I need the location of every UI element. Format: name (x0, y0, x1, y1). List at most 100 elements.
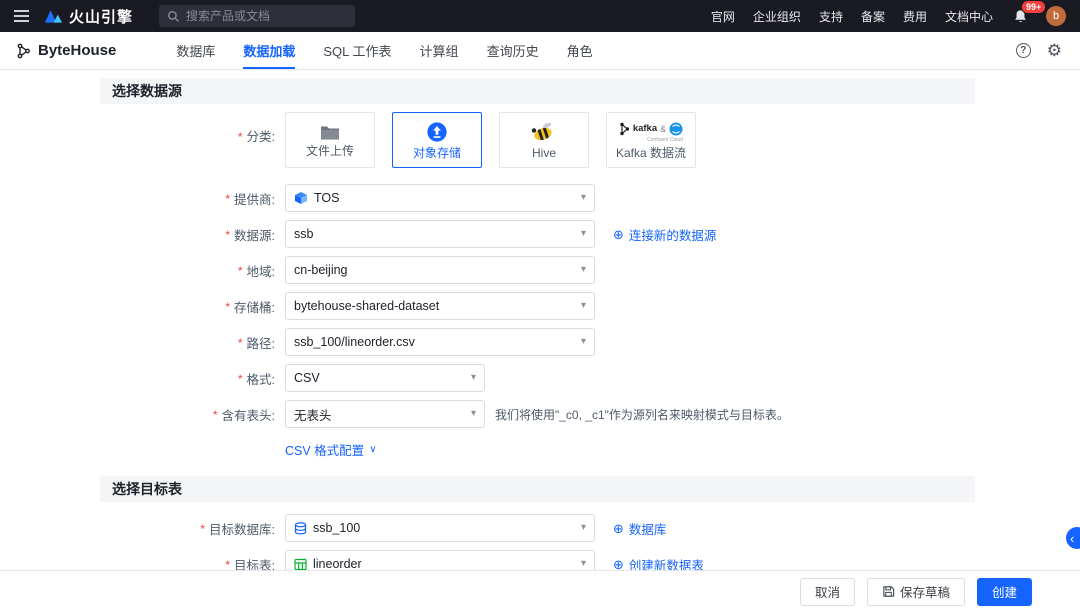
bytehouse-logo[interactable]: ByteHouse (16, 42, 116, 59)
notifications-button[interactable]: 99+ (1013, 0, 1047, 24)
bucket-label: * 存储桶: (225, 300, 275, 315)
hive-bee-icon (531, 122, 552, 142)
create-button[interactable]: 创建 (976, 577, 1032, 606)
form-row-format: * 格式: CSV ▾ (100, 364, 975, 392)
bucket-select[interactable]: bytehouse-shared-dataset ▾ (285, 292, 595, 320)
format-label: * 格式: (237, 372, 275, 387)
caret-down-icon: ▾ (580, 558, 586, 569)
confluent-icon (669, 122, 683, 135)
navbar-right: ? ⚙ (1015, 42, 1080, 59)
card-label: 文件上传 (305, 143, 354, 158)
bytehouse-logo-icon (17, 43, 30, 58)
volcengine-brand[interactable]: 火山引擎 (44, 6, 133, 27)
table-icon (294, 558, 307, 570)
required-marker: * (237, 264, 243, 278)
form-row-target-database: * 目标数据库: ssb_100 ▾ ⊕ 数据库 (100, 514, 975, 542)
form-row-target-table: * 目标表: lineorder ▾ ⊕ 创建新数据表 (100, 550, 975, 570)
tab-compute-groups[interactable]: 计算组 (406, 32, 473, 69)
topbar-right: 官网 企业组织 支持 备案 费用 文档中心 99+ b (711, 0, 1080, 26)
folder-icon (321, 126, 339, 139)
top-link-enterprise-org[interactable]: 企业组织 (753, 8, 801, 25)
help-icon[interactable]: ? (1015, 43, 1031, 58)
top-link-filing[interactable]: 备案 (861, 8, 885, 25)
form-row-has-header: * 含有表头: 无表头 ▾ 我们将使用"_c0, _c1"作为源列名来映射模式与… (100, 400, 975, 428)
region-value: cn-beijing (294, 263, 348, 277)
format-value: CSV (294, 371, 320, 385)
category-card-file-upload[interactable]: 文件上传 (285, 112, 375, 168)
connect-new-datasource-link[interactable]: ⊕ 连接新的数据源 (613, 225, 716, 244)
search-input[interactable] (186, 9, 337, 23)
path-select[interactable]: ssb_100/lineorder.csv ▾ (285, 328, 595, 356)
provider-label: * 提供商: (225, 192, 275, 207)
top-link-official-site[interactable]: 官网 (711, 8, 735, 25)
target-database-select[interactable]: ssb_100 ▾ (285, 514, 595, 542)
search-icon (167, 10, 179, 22)
region-label: * 地域: (237, 264, 275, 279)
tab-databases[interactable]: 数据库 (162, 32, 229, 69)
card-label: Kafka 数据流 (615, 145, 687, 160)
target-table-select[interactable]: lineorder ▾ (285, 550, 595, 570)
path-value: ssb_100/lineorder.csv (294, 335, 415, 349)
save-icon (883, 586, 895, 597)
caret-down-icon: ▾ (580, 522, 586, 533)
plus-circle-icon: ⊕ (613, 520, 624, 536)
cancel-button[interactable]: 取消 (799, 577, 855, 606)
category-card-hive[interactable]: Hive (499, 112, 589, 168)
provider-value: TOS (314, 191, 340, 205)
target-table-value: lineorder (313, 557, 362, 570)
top-link-support[interactable]: 支持 (819, 8, 843, 25)
caret-down-icon: ▾ (580, 300, 586, 311)
form-row-bucket: * 存储桶: bytehouse-shared-dataset ▾ (100, 292, 975, 320)
caret-down-icon: ▾ (580, 264, 586, 275)
target-database-label: * 目标数据库: (200, 522, 275, 537)
notification-badge: 99+ (1021, 0, 1047, 14)
top-link-docs-center[interactable]: 文档中心 (945, 8, 993, 25)
create-new-table-link[interactable]: ⊕ 创建新数据表 (613, 555, 704, 571)
region-select[interactable]: cn-beijing ▾ (285, 256, 595, 284)
save-draft-button[interactable]: 保存草稿 (866, 577, 965, 606)
main-content: 选择数据源 * 分类: 文件上传 对象存储 Hive kafka & Confl… (0, 70, 1080, 570)
save-draft-label: 保存草稿 (899, 586, 950, 600)
target-database-value: ssb_100 (313, 521, 361, 535)
top-link-billing[interactable]: 费用 (903, 8, 927, 25)
footer-action-bar: 取消 保存草稿 创建 (0, 570, 1080, 612)
tab-sql-worksheet[interactable]: SQL 工作表 (309, 32, 405, 69)
required-marker: * (225, 300, 231, 314)
plus-circle-icon: ⊕ (613, 226, 624, 242)
caret-down-icon: ▾ (580, 336, 586, 347)
caret-down-icon: ▾ (580, 228, 586, 239)
global-search[interactable] (159, 5, 356, 27)
required-marker: * (225, 192, 231, 206)
tab-roles[interactable]: 角色 (553, 32, 607, 69)
tab-query-history[interactable]: 查询历史 (473, 32, 553, 69)
csv-config-toggle[interactable]: CSV 格式配置 ∨ (285, 440, 377, 459)
kafka-confluent-logos: kafka & (619, 122, 683, 136)
provider-select[interactable]: TOS ▾ (285, 184, 595, 212)
user-avatar[interactable]: b (1046, 6, 1066, 26)
hamburger-menu-icon[interactable] (0, 0, 42, 32)
section-title: 选择数据源 (112, 83, 182, 99)
form-row-region: * 地域: cn-beijing ▾ (100, 256, 975, 284)
category-card-object-storage[interactable]: 对象存储 (392, 112, 482, 168)
caret-down-icon: ▾ (470, 372, 476, 383)
category-card-kafka[interactable]: kafka & Confluent Cloud Kafka 数据流 (606, 112, 696, 168)
format-select[interactable]: CSV ▾ (285, 364, 485, 392)
csv-config-row: CSV 格式配置 ∨ (285, 440, 975, 460)
bucket-value: bytehouse-shared-dataset (294, 299, 440, 313)
datasource-select[interactable]: ssb ▾ (285, 220, 595, 248)
database-icon (294, 521, 307, 535)
card-label: 对象存储 (412, 146, 461, 160)
category-label: * 分类: (237, 129, 275, 145)
has-header-select[interactable]: 无表头 ▾ (285, 400, 485, 428)
datasource-value: ssb (294, 227, 314, 241)
new-database-link[interactable]: ⊕ 数据库 (613, 519, 666, 538)
has-header-value: 无表头 (294, 408, 332, 423)
required-marker: * (200, 522, 206, 536)
kafka-icon (620, 122, 629, 135)
gear-icon[interactable]: ⚙ (1047, 42, 1062, 59)
tab-data-loading[interactable]: 数据加载 (229, 32, 309, 69)
top-navbar: 火山引擎 官网 企业组织 支持 备案 费用 文档中心 99+ b (0, 0, 1080, 32)
upload-cloud-icon (427, 122, 447, 142)
form-row-category: * 分类: 文件上传 对象存储 Hive kafka & Confluent C… (100, 112, 975, 168)
section-title: 选择目标表 (112, 481, 182, 497)
